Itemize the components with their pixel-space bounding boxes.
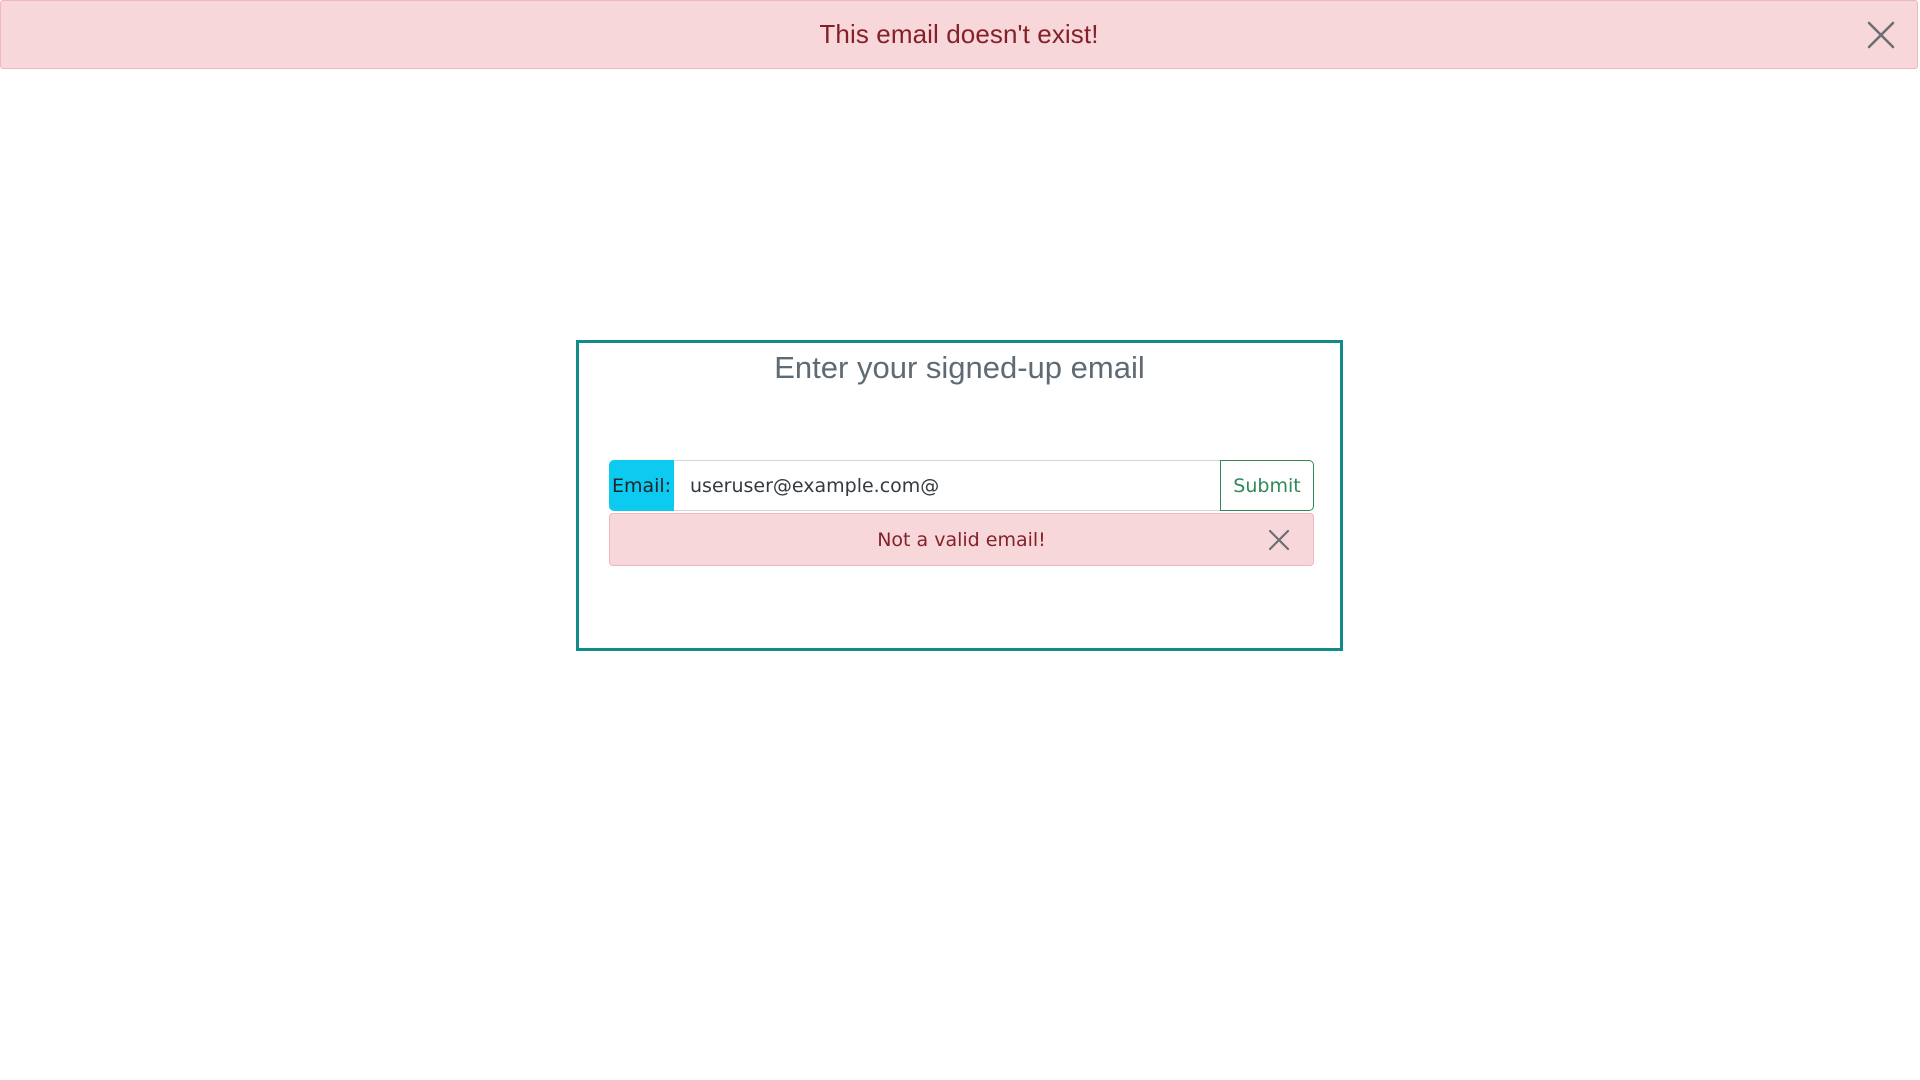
top-error-alert: This email doesn't exist! bbox=[0, 0, 1918, 69]
top-alert-message: This email doesn't exist! bbox=[819, 19, 1099, 49]
validation-alert-close-button[interactable] bbox=[1263, 524, 1295, 556]
top-alert-close-button[interactable] bbox=[1859, 13, 1903, 57]
email-form-card: Enter your signed-up email Email: Submit… bbox=[576, 340, 1343, 651]
email-input-group: Email: Submit bbox=[609, 460, 1314, 511]
validation-alert-message: Not a valid email! bbox=[877, 528, 1046, 551]
submit-button[interactable]: Submit bbox=[1220, 460, 1314, 511]
close-icon bbox=[1867, 21, 1895, 49]
email-field[interactable] bbox=[674, 460, 1220, 511]
close-icon bbox=[1268, 529, 1290, 551]
validation-alert: Not a valid email! bbox=[609, 513, 1314, 566]
form-title: Enter your signed-up email bbox=[774, 350, 1145, 385]
email-label: Email: bbox=[609, 460, 674, 511]
